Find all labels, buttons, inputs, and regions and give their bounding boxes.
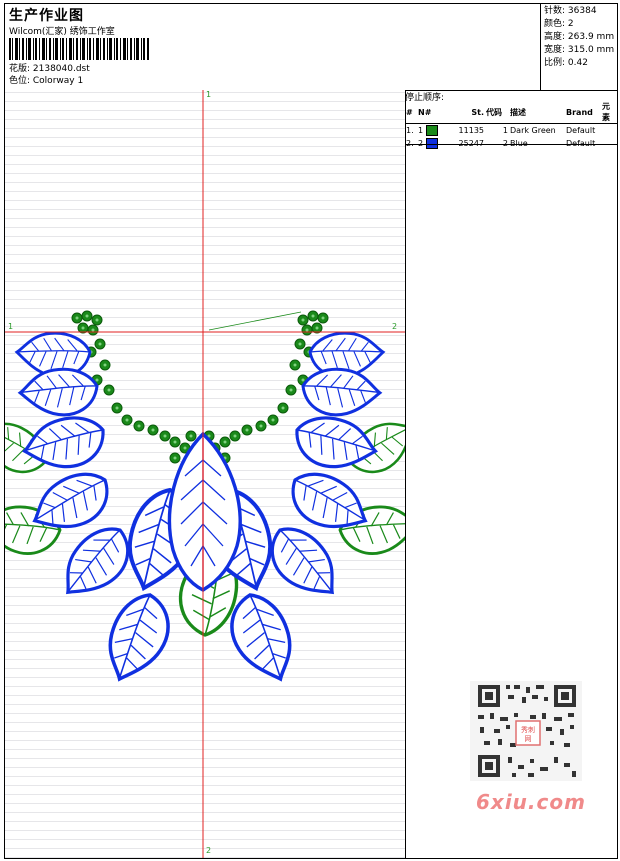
col-header: Brand xyxy=(565,101,601,124)
embroidery-design xyxy=(5,90,405,858)
stat-height: 高度: 263.9 mm xyxy=(544,32,615,42)
svg-text:网: 网 xyxy=(525,735,532,743)
col-header: # xyxy=(405,101,417,124)
design-preview: 1 2 1 2 xyxy=(5,90,406,858)
cell-element xyxy=(601,124,617,138)
color-swatch xyxy=(425,125,438,136)
axis-label-left: 1 xyxy=(8,322,14,331)
col-header: N# xyxy=(417,101,445,124)
stat-scale: 比例: 0.42 xyxy=(544,58,588,68)
watermark: 6xiu.com xyxy=(476,790,586,814)
table-row: 1. 1 11135 1 Dark Green Default xyxy=(405,124,617,138)
axis-label-top: 1 xyxy=(206,90,212,99)
cell-stitches: 11135 xyxy=(458,126,484,135)
cell-brand: Default xyxy=(566,126,596,135)
colorway-name: 色位: Colorway 1 xyxy=(9,76,84,86)
stat-colors: 颜色: 2 xyxy=(544,19,574,29)
worksheet-title: 生产作业图 xyxy=(9,8,84,24)
stop-sequence-table: # N# St. 代码 描述 Brand 元素 1. 1 11135 1 Dar… xyxy=(405,101,617,150)
axis-label-right: 2 xyxy=(392,322,398,331)
cell-description: Dark Green xyxy=(510,126,556,135)
cell-number: 1 xyxy=(417,124,445,138)
svg-text:秀刺: 秀刺 xyxy=(521,725,535,734)
cell-index: 1. xyxy=(406,126,414,135)
table-divider xyxy=(405,144,617,145)
col-header: 代码 xyxy=(485,101,509,124)
col-header: 元素 xyxy=(601,101,617,124)
worksheet-header: 生产作业图 Wilcom(汇家) 绣饰工作室 花版: 2138040.dst 色… xyxy=(5,4,617,91)
qr-code: 秀刺 网 xyxy=(470,681,582,781)
col-header: St. xyxy=(445,101,485,124)
jump-stitch-line xyxy=(208,311,302,331)
stat-stitches: 针数: 36384 xyxy=(544,6,597,16)
barcode xyxy=(9,38,149,60)
company-name: Wilcom(汇家) 绣饰工作室 xyxy=(9,27,115,37)
col-header: 描述 xyxy=(509,101,565,124)
cell-code: 1 xyxy=(502,126,508,135)
design-filename: 花版: 2138040.dst xyxy=(9,64,90,74)
table-header-row: # N# St. 代码 描述 Brand 元素 xyxy=(405,101,617,124)
stat-width: 宽度: 315.0 mm xyxy=(544,45,615,55)
design-stats: 针数: 36384 颜色: 2 高度: 263.9 mm 宽度: 315.0 m… xyxy=(540,4,617,90)
axis-label-bottom: 2 xyxy=(206,846,212,855)
